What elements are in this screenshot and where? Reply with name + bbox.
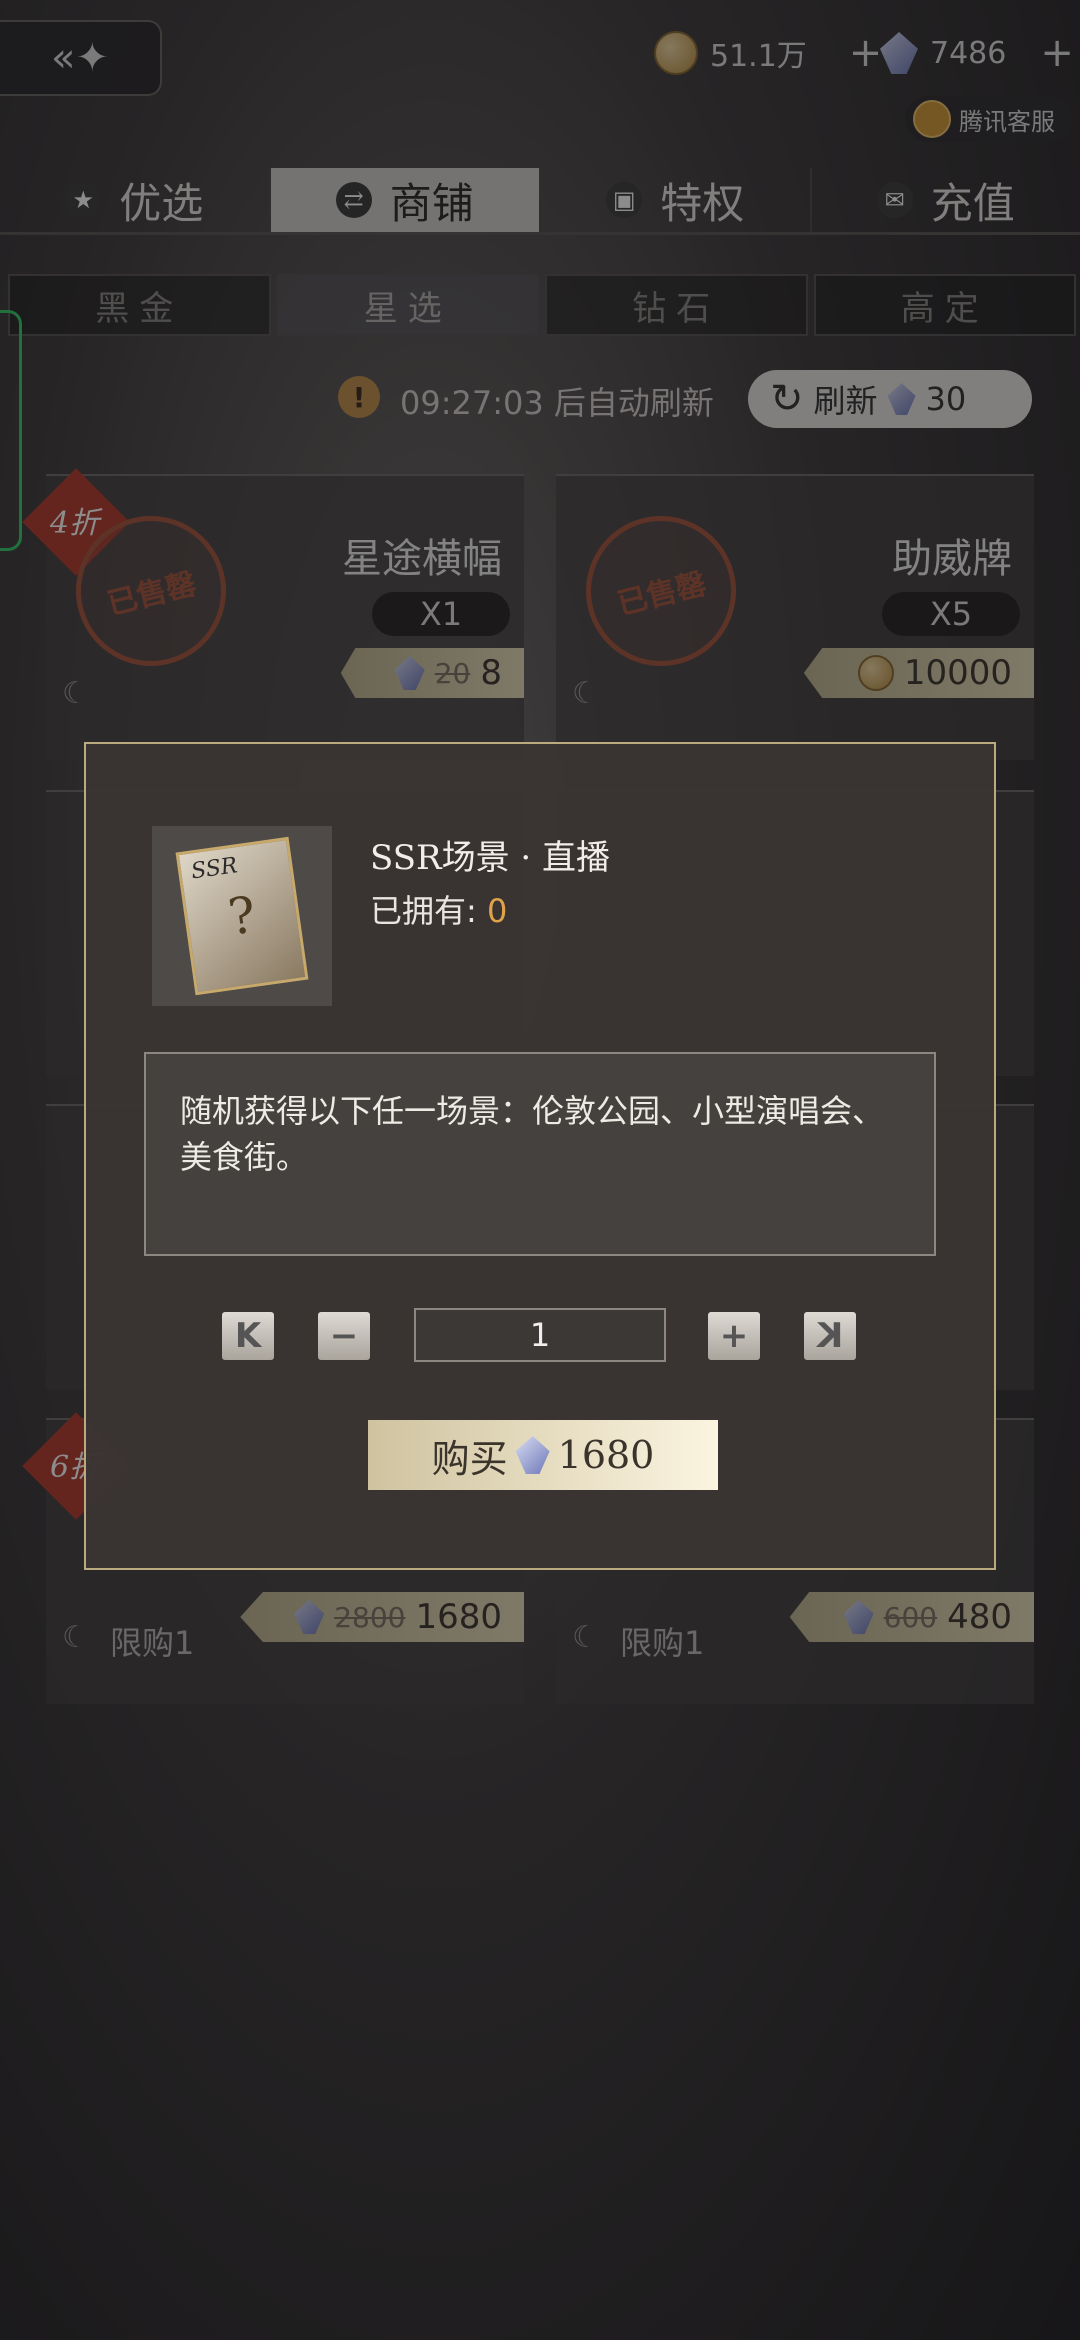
quantity-input[interactable]: 1 bbox=[414, 1308, 666, 1362]
scene-card-icon: SSR ? bbox=[175, 836, 309, 996]
quantity-max-button[interactable]: K bbox=[804, 1312, 856, 1360]
gem-icon bbox=[515, 1436, 550, 1474]
buy-price: 1680 bbox=[557, 1433, 655, 1477]
quantity-decrement-button[interactable]: − bbox=[318, 1312, 370, 1360]
item-description: 随机获得以下任一场景：伦敦公园、小型演唱会、美食街。 bbox=[144, 1052, 936, 1256]
quantity-increment-button[interactable]: + bbox=[708, 1312, 760, 1360]
owned-label: 已拥有: bbox=[370, 892, 477, 930]
question-mark-icon: ? bbox=[224, 885, 260, 947]
owned-value: 0 bbox=[486, 892, 508, 930]
item-name: SSR场景 · 直播 bbox=[370, 838, 611, 878]
purchase-dialog: SSR ? SSR场景 · 直播 已拥有: 0 随机获得以下任一场景：伦敦公园、… bbox=[84, 742, 996, 1570]
buy-label: 购买 bbox=[431, 1436, 508, 1481]
buy-button[interactable]: 购买 1680 bbox=[368, 1420, 718, 1490]
ssr-badge: SSR bbox=[189, 853, 240, 885]
item-thumbnail: SSR ? bbox=[152, 826, 332, 1006]
quantity-min-button[interactable]: K bbox=[222, 1312, 274, 1360]
owned-count: 已拥有: 0 bbox=[370, 886, 507, 932]
